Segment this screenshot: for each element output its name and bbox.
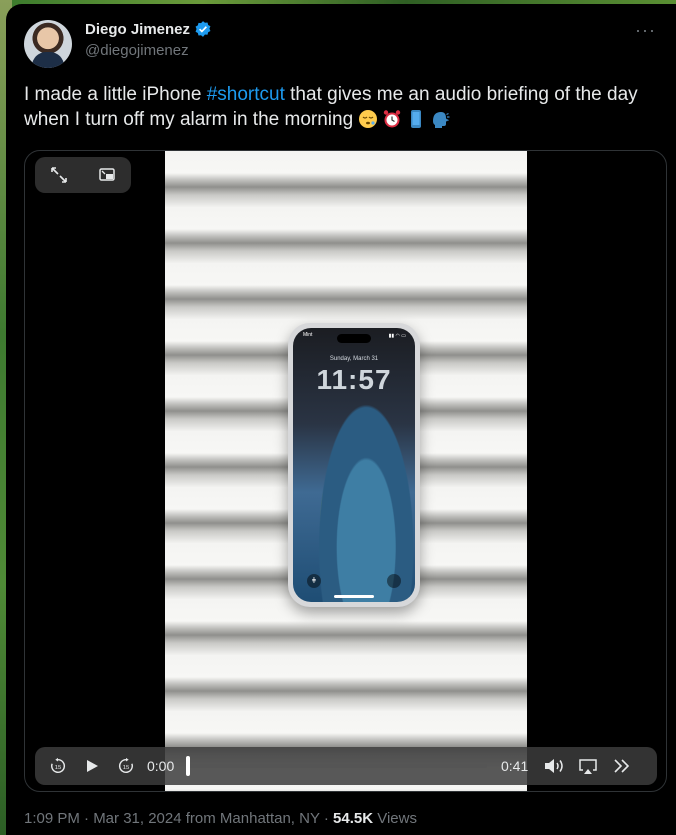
speaking-head-icon [433,112,450,128]
flashlight-icon: ǂ [307,574,321,588]
video-top-controls [35,157,131,193]
alarm-clock-icon [384,110,401,128]
phone-carrier: Mint [303,332,313,338]
scrubber-thumb[interactable] [186,756,190,776]
volume-button[interactable] [543,755,565,777]
phone-lock-time: 11:57 [316,364,392,395]
play-icon [87,760,98,772]
views-count: 54.5K [333,810,374,827]
rewind-15-icon: 15 [51,757,66,774]
phone-in-video: Mint ▮▮ ◠ ▭ Sunday, March 31 11:57 ǂ [288,323,420,607]
views-label: Views [373,810,417,827]
forward-15-icon: 15 [118,757,133,774]
dynamic-island [337,334,371,343]
volume-icon [545,759,563,773]
name-row: Diego Jimenez [85,20,212,38]
author-name[interactable]: Diego Jimenez [85,21,190,38]
rewind-15-button[interactable]: 15 [47,755,69,777]
tweet-text: I made a little iPhone #shortcut that gi… [24,82,654,132]
video-player[interactable]: Mint ▮▮ ◠ ▭ Sunday, March 31 11:57 ǂ 15 … [24,150,667,792]
camera-icon [387,574,401,588]
phone-lock-screen: Mint ▮▮ ◠ ▭ Sunday, March 31 11:57 ǂ [293,328,415,602]
tweet-text-before: I made a little iPhone [24,84,207,105]
phone-lock-date: Sunday, March 31 [329,356,379,362]
more-options-icon[interactable]: ··· [635,20,656,41]
tweet-footer: 1:09 PM · Mar 31, 2024 from Manhattan, N… [24,810,417,827]
tweet-timestamp[interactable]: 1:09 PM · Mar 31, 2024 from Manhattan, N… [24,810,333,827]
expand-icon[interactable] [49,165,69,185]
mobile-phone-icon [411,110,422,128]
verified-badge-icon [195,21,211,37]
avatar[interactable] [24,20,72,68]
phone-status-icons: ▮▮ ◠ ▭ [388,333,406,339]
author-handle[interactable]: @diegojimenez [85,42,189,59]
play-button[interactable] [81,755,103,777]
tweet-header: Diego Jimenez @diegojimenez ··· [24,16,674,68]
airplay-button[interactable] [577,755,599,777]
current-time: 0:00 [147,758,175,774]
airplay-icon [579,759,597,774]
skip-forward-button[interactable] [611,755,633,777]
picture-in-picture-icon[interactable] [97,165,117,185]
hashtag-link[interactable]: #shortcut [207,84,285,105]
sleepy-face-icon [359,110,378,128]
tweet-card: Diego Jimenez @diegojimenez ··· I made a… [6,4,676,835]
total-time: 0:41 [501,758,529,774]
svg-text:15: 15 [123,765,130,771]
forward-15-button[interactable]: 15 [115,755,137,777]
video-frame: Mint ▮▮ ◠ ▭ Sunday, March 31 11:57 ǂ [165,151,527,791]
home-indicator [334,595,374,598]
video-scrubber[interactable] [186,756,487,776]
svg-text:15: 15 [55,765,62,771]
avatar-shirt [32,52,64,68]
skip-forward-icon [614,759,630,773]
video-control-bar: 15 15 0:00 0:41 [35,747,657,785]
